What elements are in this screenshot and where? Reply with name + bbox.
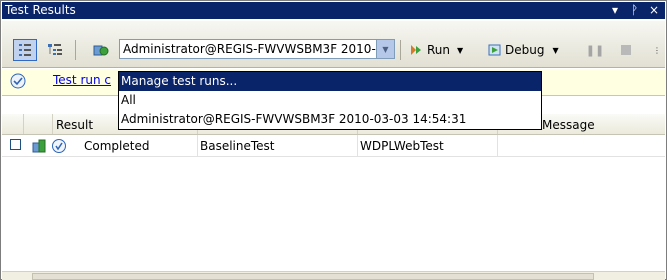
toolbar-separator xyxy=(400,40,401,60)
debug-button[interactable]: Debug ▼ xyxy=(486,39,559,61)
checkmark-icon xyxy=(10,73,26,89)
test-run-status-link[interactable]: Test run c xyxy=(53,73,111,87)
connect-icon xyxy=(93,42,109,58)
toolbar-overflow-button[interactable]: ⋮ xyxy=(652,35,662,65)
test-type-icon xyxy=(31,138,47,154)
window-title: Test Results xyxy=(5,3,76,17)
toolbar: Administrator@REGIS-FWVWSBM3F 2010-03-03… xyxy=(2,21,665,68)
test-run-selector[interactable]: Administrator@REGIS-FWVWSBM3F 2010-03-03… xyxy=(119,39,395,59)
overflow-chevron-icon: ⋮ xyxy=(653,45,661,55)
test-run-dropdown-list: Manage test runs... All Administrator@RE… xyxy=(118,71,542,130)
chevron-down-icon[interactable]: ▼ xyxy=(376,40,394,58)
debug-button-label: Debug xyxy=(505,43,545,57)
tree-view-icon xyxy=(47,42,63,58)
stop-icon xyxy=(621,45,631,55)
pause-icon: ❚❚ xyxy=(585,43,605,57)
run-tests-icon xyxy=(408,42,424,58)
stop-button[interactable] xyxy=(617,39,635,61)
run-button-label: Run xyxy=(427,43,451,57)
test-run-selector-value: Administrator@REGIS-FWVWSBM3F 2010-03-03… xyxy=(123,42,377,56)
test-name-cell: BaselineTest xyxy=(198,135,358,156)
horizontal-scrollbar[interactable] xyxy=(2,271,665,280)
header-icon-column[interactable] xyxy=(24,114,53,134)
pause-button[interactable]: ❚❚ xyxy=(586,39,604,61)
scrollbar-thumb[interactable] xyxy=(32,273,594,280)
dropdown-option-run[interactable]: Administrator@REGIS-FWVWSBM3F 2010-03-03… xyxy=(119,110,541,129)
toolbar-separator xyxy=(75,40,76,60)
group-by-button[interactable] xyxy=(13,39,37,61)
project-cell: WDPLWebTest xyxy=(358,135,498,156)
dropdown-option-all[interactable]: All xyxy=(119,91,541,110)
header-check-column[interactable] xyxy=(2,114,24,134)
list-view-icon xyxy=(17,42,33,58)
table-row[interactable]: Completed BaselineTest WDPLWebTest xyxy=(2,135,665,157)
test-results-window: Test Results ▾ ᚹ × Administrator@REGIS-F… xyxy=(0,0,667,280)
completed-status-icon xyxy=(52,139,66,153)
debug-dropdown-chevron-icon[interactable]: ▼ xyxy=(552,46,558,55)
message-cell xyxy=(498,135,665,156)
window-menu-dropdown-icon[interactable]: ▾ xyxy=(612,2,618,19)
run-dropdown-chevron-icon[interactable]: ▼ xyxy=(457,46,463,55)
close-icon[interactable]: × xyxy=(649,2,659,19)
tree-view-button[interactable] xyxy=(42,39,68,61)
window-titlebar: Test Results ▾ ᚹ × xyxy=(2,2,665,19)
debug-icon xyxy=(487,42,503,58)
row-checkbox[interactable] xyxy=(10,139,21,150)
connect-button[interactable] xyxy=(88,39,114,61)
run-button[interactable]: Run ▼ xyxy=(407,39,469,61)
result-cell: Completed xyxy=(82,135,198,156)
pin-icon[interactable]: ᚹ xyxy=(631,2,638,19)
dropdown-option-manage[interactable]: Manage test runs... xyxy=(119,72,541,91)
